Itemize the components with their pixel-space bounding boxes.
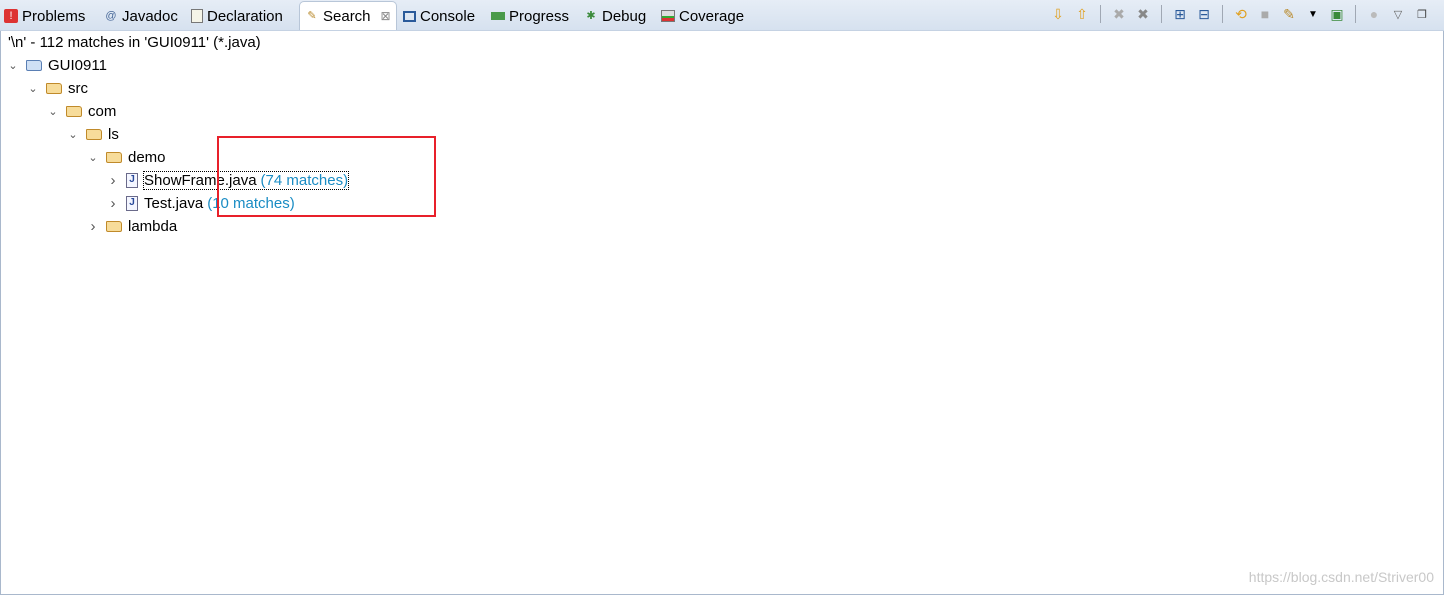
progress-icon [491,12,505,20]
cancel-icon[interactable]: ■ [1255,5,1275,23]
tree-item-text: com [88,103,116,120]
separator [1100,5,1101,23]
tab-coverage[interactable]: Coverage [661,2,744,30]
tab-label: Console [420,7,476,25]
search-history-icon[interactable]: ✎ [1279,5,1299,23]
chevron-down-icon[interactable]: ⌄ [86,151,100,164]
tab-label: Javadoc [122,7,178,25]
watermark: https://blog.csdn.net/Striver00 [1248,569,1434,585]
search-view [0,0,1444,595]
tree-item-label: ls [108,125,119,143]
highlight-annotation-box [217,136,436,217]
chevron-down-icon[interactable]: ⌄ [26,82,40,95]
tab-javadoc[interactable]: @ Javadoc [104,2,178,30]
view-tab-bar: ! Problems @ Javadoc Declaration ✎ Search ⊠ … [0,0,1444,31]
tree-item[interactable]: ⌄ src [26,77,88,99]
remove-all-icon[interactable]: ✖ [1133,5,1153,23]
java-file-icon: J [126,172,138,188]
refresh-icon[interactable]: ⟲ [1231,5,1251,23]
tree-item-text: src [68,80,88,97]
tree-item[interactable]: › lambda [86,215,178,237]
tree-item-text: GUI0911 [48,57,107,74]
problems-icon: ! [4,9,18,23]
tab-declaration[interactable]: Declaration [191,2,283,30]
tab-problems[interactable]: ! Problems [4,2,85,30]
tree-item-text: lambda [128,218,177,235]
chevron-down-icon[interactable]: ⌄ [46,105,60,118]
project-icon [26,59,42,71]
debug-icon: ✱ [586,10,596,22]
pin-icon[interactable]: ▣ [1327,5,1347,23]
tree-item[interactable]: ⌄ GUI0911 [6,54,107,76]
folder-icon [66,105,82,117]
separator [1161,5,1162,23]
next-match-icon[interactable]: ⇩ [1048,5,1068,23]
folder-icon [106,220,122,232]
declaration-icon [191,9,203,23]
tree-item[interactable]: ⌄ com [46,100,116,122]
separator [1355,5,1356,23]
view-toolbar: ⇩ ⇧ ✖ ✖ ⊞ ⊟ ⟲ ■ ✎ ▼ ▣ ● ▽ ❐ [1046,4,1434,24]
group-icon[interactable]: ● [1364,5,1384,23]
tab-progress[interactable]: Progress [491,2,569,30]
folder-icon [106,151,122,163]
chevron-down-icon[interactable]: ⌄ [6,59,20,72]
chevron-down-icon[interactable]: ⌄ [66,128,80,141]
chevron-right-icon[interactable]: › [106,172,120,189]
tree-item-label: Test.java [144,194,204,212]
search-summary: '\n' - 112 matches in 'GUI0911' (*.java) [8,34,261,51]
chevron-right-icon[interactable]: › [86,218,100,235]
coverage-icon [661,10,675,22]
search-flashlight-icon: ✎ [307,10,317,22]
tab-label: Search [323,7,371,25]
expand-all-icon[interactable]: ⊞ [1170,5,1190,23]
tree-item-text: ls [108,126,119,143]
close-tab-icon[interactable]: ⊠ [381,9,391,23]
tree-item-label: GUI0911 [48,56,107,74]
chevron-right-icon[interactable]: › [106,195,120,212]
folder-icon [46,82,62,94]
tab-label: Declaration [207,7,283,25]
dropdown-icon[interactable]: ▼ [1303,5,1323,23]
java-file-icon: J [126,195,138,211]
tree-item-label: demo [128,148,166,166]
tree-item[interactable]: ⌄ ls [66,123,119,145]
folder-icon [86,128,102,140]
tab-label: Debug [602,7,647,25]
tree-item-label: com [88,102,117,120]
tree-item-label: lambda [128,217,178,235]
tab-search[interactable]: ✎ Search ⊠ [299,1,397,30]
tab-label: Coverage [679,7,745,25]
tree-item[interactable]: ⌄ demo [86,146,166,168]
separator [1222,5,1223,23]
tab-label: Progress [509,7,570,25]
collapse-all-icon[interactable]: ⊟ [1194,5,1214,23]
tree-item-label: src [68,79,88,97]
tab-console[interactable]: Console [403,2,475,30]
previous-match-icon[interactable]: ⇧ [1072,5,1092,23]
minimize-icon[interactable]: ❐ [1412,5,1432,23]
at-icon: @ [105,10,117,22]
view-menu-icon[interactable]: ▽ [1388,5,1408,23]
tree-item-text: demo [128,149,166,166]
console-icon [403,10,416,22]
tab-label: Problems [22,7,86,25]
tab-debug[interactable]: ✱ Debug [584,2,646,30]
remove-selected-icon[interactable]: ✖ [1109,5,1129,23]
